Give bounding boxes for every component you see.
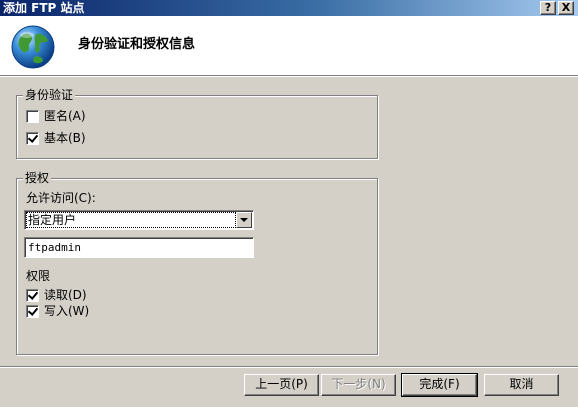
close-button[interactable]: X [558, 1, 574, 15]
button-separator [0, 366, 578, 368]
finish-button[interactable]: 完成(F) [401, 373, 478, 397]
allow-access-dropdown[interactable]: 指定用户 [24, 210, 254, 230]
title-bar[interactable]: 添加 FTP 站点 ? X [0, 0, 578, 16]
next-button[interactable]: 下一步(N) [321, 374, 396, 396]
close-icon: X [561, 1, 571, 14]
write-label[interactable]: 写入(W) [44, 303, 89, 319]
basic-checkbox[interactable] [26, 132, 39, 145]
authorization-legend: 授权 [23, 171, 52, 185]
wizard-header: 身份验证和授权信息 [0, 16, 578, 77]
page-title: 身份验证和授权信息 [78, 37, 196, 52]
help-icon: ? [544, 1, 552, 14]
anonymous-label[interactable]: 匿名(A) [44, 108, 86, 124]
authentication-legend: 身份验证 [23, 88, 76, 102]
cancel-button[interactable]: 取消 [484, 374, 559, 396]
user-name-input[interactable]: ftpadmin [24, 237, 254, 258]
basic-label[interactable]: 基本(B) [44, 130, 86, 146]
write-checkbox[interactable] [26, 305, 39, 318]
add-ftp-site-dialog: 添加 FTP 站点 ? X 身份验证和授权信息 身份验证 匿名(A) 基本(B)… [0, 0, 578, 407]
chevron-down-icon[interactable] [236, 212, 252, 228]
allow-access-selected[interactable]: 指定用户 [26, 212, 236, 228]
help-button[interactable]: ? [540, 1, 556, 15]
anonymous-checkbox[interactable] [26, 110, 39, 123]
read-checkbox[interactable] [26, 289, 39, 302]
permissions-label: 权限 [26, 269, 51, 283]
window-title: 添加 FTP 站点 [3, 1, 85, 15]
read-label[interactable]: 读取(D) [44, 287, 87, 303]
globe-icon [11, 25, 55, 69]
back-button[interactable]: 上一页(P) [244, 374, 319, 396]
allow-access-label: 允许访问(C): [26, 191, 96, 205]
authentication-group: 身份验证 [16, 88, 378, 159]
